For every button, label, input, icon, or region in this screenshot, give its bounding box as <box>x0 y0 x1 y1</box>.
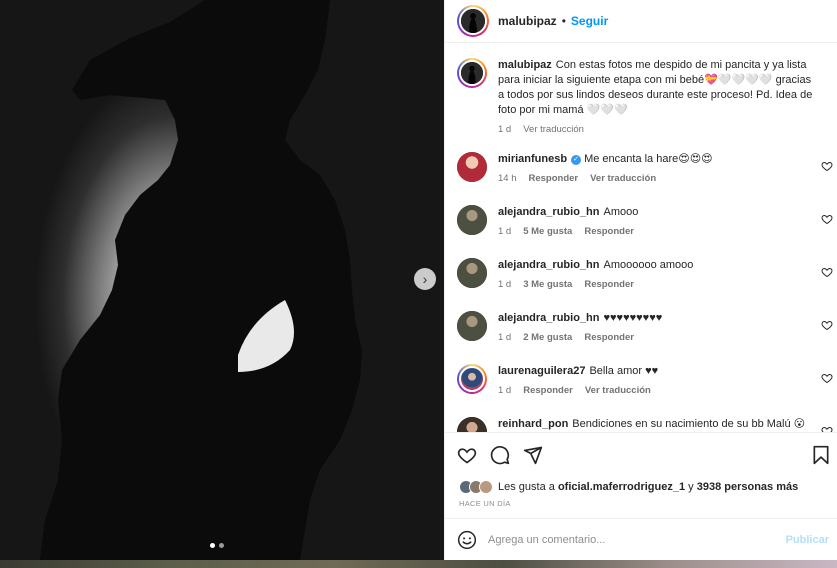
post-header: malubipaz • Seguir <box>445 0 837 43</box>
comment-text: Amooo <box>603 206 639 218</box>
reply-button[interactable]: Responder <box>584 226 634 237</box>
carousel-dot <box>219 543 224 548</box>
background-feed-strip <box>0 560 837 568</box>
emoji-icon[interactable] <box>457 530 477 550</box>
share-icon[interactable] <box>523 445 543 465</box>
comment-time: 1 d <box>498 385 512 396</box>
comments-list[interactable]: malubipaz Con estas fotos me despido de m… <box>445 44 837 432</box>
comment-username[interactable]: alejandra_rubio_hn <box>498 259 599 271</box>
caption-avatar[interactable] <box>457 58 487 88</box>
likes-first-user[interactable]: oficial.maferrodriguez_1 <box>558 481 685 493</box>
comment-like-heart-icon[interactable] <box>821 213 833 225</box>
caption: malubipaz Con estas fotos me despido de m… <box>457 58 837 135</box>
comment-likes-count[interactable]: 2 Me gusta <box>523 332 572 343</box>
verified-badge-icon: ✓ <box>571 155 582 165</box>
comment-text: ♥♥♥♥♥♥♥♥♥ <box>603 312 663 324</box>
comment-avatar[interactable] <box>457 205 487 235</box>
caption-translate-link[interactable]: Ver traducción <box>523 124 584 135</box>
translate-link[interactable]: Ver traducción <box>590 173 656 184</box>
comment-text: Bella amor ♥♥ <box>589 365 659 377</box>
comment-like-heart-icon[interactable] <box>821 160 833 172</box>
comment-icon[interactable] <box>490 445 510 465</box>
post-photo: › <box>0 0 444 560</box>
publish-button[interactable]: Publicar <box>786 534 829 546</box>
likes-prefix: Les gusta a <box>498 481 555 493</box>
reply-button[interactable]: Responder <box>584 279 634 290</box>
comment-likes-count[interactable]: 3 Me gusta <box>523 279 572 290</box>
chevron-right-icon: › <box>422 271 428 287</box>
bookmark-icon[interactable] <box>811 445 831 465</box>
carousel-indicator <box>210 543 224 548</box>
comment-text: Amoooooo amooo <box>603 259 694 271</box>
action-icons-row <box>457 445 832 469</box>
reply-button[interactable]: Responder <box>523 385 573 396</box>
liker-avatar <box>479 480 493 494</box>
author-avatar[interactable] <box>457 5 489 37</box>
carousel-dot-active <box>210 543 215 548</box>
translate-link[interactable]: Ver traducción <box>585 385 651 396</box>
liker-avatars <box>459 480 493 494</box>
comment-username[interactable]: alejandra_rubio_hn <box>498 206 599 218</box>
comment-item: alejandra_rubio_hn Amooo 1 d 5 Me gusta R… <box>457 205 837 237</box>
comment-avatar[interactable] <box>457 417 487 432</box>
header-separator: • <box>561 14 566 28</box>
follow-button[interactable]: Seguir <box>571 14 608 28</box>
caption-username[interactable]: malubipaz <box>498 59 552 71</box>
comment-item: alejandra_rubio_hn ♥♥♥♥♥♥♥♥♥ 1 d 2 Me gus… <box>457 311 837 343</box>
comment-avatar[interactable] <box>457 152 487 182</box>
author-username[interactable]: malubipaz <box>498 14 557 28</box>
comment-text: Bendiciones en su nacimiento de su bb Ma… <box>572 418 806 430</box>
comment-like-heart-icon[interactable] <box>821 425 833 432</box>
comment-username[interactable]: mirianfunesb <box>498 153 567 165</box>
heart-icon[interactable] <box>457 445 477 465</box>
post-sidebar: malubipaz • Seguir malubipaz Con estas fo… <box>444 0 837 560</box>
comment-avatar[interactable] <box>457 364 487 394</box>
post-actions: Les gusta a oficial.maferrodriguez_1 y 3… <box>445 432 837 518</box>
comment-time: 1 d <box>498 279 512 290</box>
silhouette-image <box>40 0 362 560</box>
add-comment-bar: Publicar <box>445 518 837 560</box>
comment-like-heart-icon[interactable] <box>821 319 833 331</box>
likes-middle: y <box>688 481 694 493</box>
comment-like-heart-icon[interactable] <box>821 372 833 384</box>
comment-text: Me encanta la hare😍😍😍 <box>584 153 713 165</box>
carousel-next-button[interactable]: › <box>414 268 436 290</box>
reply-button[interactable]: Responder <box>584 332 634 343</box>
comment-username[interactable]: laurenaguilera27 <box>498 365 585 377</box>
comment-avatar[interactable] <box>457 258 487 288</box>
comment-item: reinhard_pon Bendiciones en su nacimiento… <box>457 417 837 432</box>
comment-time: 1 d <box>498 332 512 343</box>
post-date[interactable]: HACE UN DÍA <box>459 499 511 508</box>
reply-button[interactable]: Responder <box>529 173 579 184</box>
comment-like-heart-icon[interactable] <box>821 266 833 278</box>
likes-count[interactable]: 3938 personas más <box>697 481 799 493</box>
likes-summary[interactable]: Les gusta a oficial.maferrodriguez_1 y 3… <box>459 480 798 494</box>
comment-time: 1 d <box>498 226 512 237</box>
comment-username[interactable]: alejandra_rubio_hn <box>498 312 599 324</box>
comment-item: alejandra_rubio_hn Amoooooo amooo 1 d 3 M… <box>457 258 837 290</box>
comment-avatar[interactable] <box>457 311 487 341</box>
comment-time: 14 h <box>498 173 517 184</box>
comment-item: mirianfunesb ✓ Me encanta la hare😍😍😍 14 h … <box>457 152 837 184</box>
caption-time: 1 d <box>498 124 512 135</box>
comment-likes-count[interactable]: 5 Me gusta <box>523 226 572 237</box>
comment-input[interactable] <box>488 533 768 546</box>
comment-item: laurenaguilera27 Bella amor ♥♥ 1 d Respon… <box>457 364 837 396</box>
comment-username[interactable]: reinhard_pon <box>498 418 568 430</box>
